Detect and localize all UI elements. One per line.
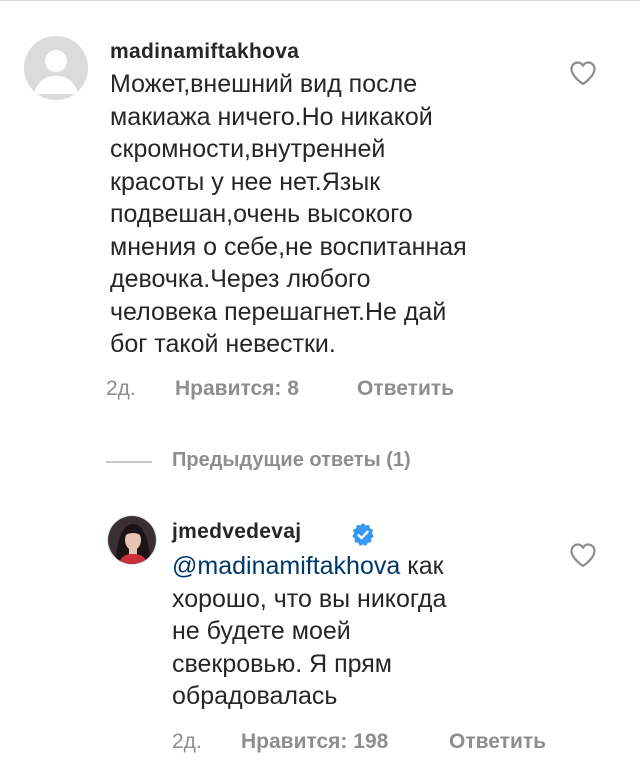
comment-line: не будете моей [172, 617, 351, 645]
comment-text: @madinamiftakhova как хорошо, что вы ник… [172, 550, 446, 713]
comment-line: подвешан,очень высокого [110, 200, 413, 228]
avatar[interactable] [107, 515, 157, 565]
comment-line: Может,внешний вид после [110, 70, 418, 98]
comment-username[interactable]: jmedvedevaj [172, 520, 301, 544]
avatar[interactable] [24, 36, 88, 100]
comment-line: свекровью. Я прям [172, 649, 392, 678]
reply-button[interactable]: Ответить [449, 730, 546, 754]
comment-line: человека перешагнет.Не дай [110, 297, 447, 326]
view-replies-button[interactable]: Предыдущие ответы (1) [172, 449, 411, 472]
comment-line: бог такой невестки. [110, 330, 336, 358]
profile-photo [108, 516, 156, 564]
comment-meta: 2д. Нравится: 8 Ответить [106, 377, 506, 403]
comment-line: красоты у нее нет.Язык [110, 167, 381, 196]
comment-text: Может,внешний вид после макиажа ничего.Н… [110, 68, 467, 361]
mention-link[interactable]: @madinamiftakhova [172, 552, 400, 580]
comment-line: @madinamiftakhova как [172, 550, 446, 583]
verified-badge-icon [352, 523, 374, 546]
comment-time: 2д. [172, 730, 202, 753]
comment-line: мнения о себе,не воспитанная [110, 232, 467, 261]
default-avatar-icon [24, 36, 88, 100]
heart-icon[interactable] [569, 60, 597, 86]
comment-meta: 2д. Нравится: 198 Ответить [172, 730, 592, 756]
comment-time: 2д. [106, 377, 136, 400]
comment-line: скромности,внутренней [110, 135, 386, 163]
comment-line: девочка.Через любого [110, 265, 371, 293]
comment-line: обрадовалась [172, 682, 338, 710]
likes-count[interactable]: Нравится: 8 [175, 377, 299, 401]
reply-button[interactable]: Ответить [357, 377, 454, 401]
comment-line-rest: как [400, 552, 444, 580]
comment-username[interactable]: madinamiftakhova [110, 40, 299, 64]
heart-icon[interactable] [569, 542, 597, 568]
comment-line: хорошо, что вы никогда [172, 584, 447, 613]
likes-count[interactable]: Нравится: 198 [241, 730, 388, 754]
replies-divider [106, 461, 152, 463]
comment-line: макиажа ничего.Но никакой [110, 102, 433, 131]
top-divider [0, 0, 640, 1]
